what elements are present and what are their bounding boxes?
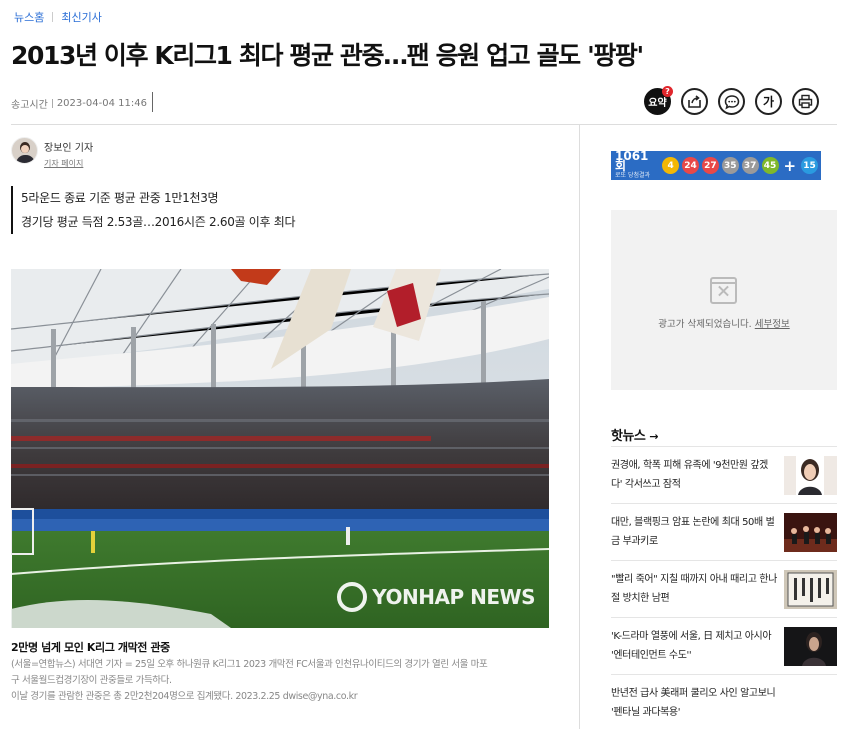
ad-removed-text: 광고가 삭제되었습니다. [658, 319, 752, 330]
lotto-ball: 37 [741, 157, 759, 174]
yonhap-watermark: YONHAP NEWS [337, 582, 535, 612]
photo-caption-title: 2만명 넘게 모인 K리그 개막전 관중 [11, 641, 170, 654]
published-label: 송고시간 [11, 100, 48, 111]
published-datetime: 2023-04-04 11:46 [56, 98, 147, 109]
comment-button[interactable] [718, 88, 745, 115]
article-toolbar: 요약 ? 가 [644, 86, 829, 115]
photo-caption: (서울=연합뉴스) 서대연 기자 = 25일 오후 하나원큐 K리그1 2023… [11, 657, 556, 705]
stadium-photo-image [11, 269, 549, 628]
lotto-ball: 35 [721, 157, 739, 174]
subheadline: 5라운드 종료 기준 평균 관중 1만1천3명 [21, 191, 219, 205]
lotto-round-sub: 로또 당첨결과 [615, 171, 651, 179]
breadcrumb: 뉴스홈 최신기사 [14, 9, 102, 25]
hot-news-item[interactable]: 'K-드라마 열풍에 서울, 日 제치고 아시아 '엔터테인먼트 수도'' [611, 617, 837, 674]
plus-icon: + [783, 156, 797, 175]
subheadline: 경기당 평균 득점 2.53골…2016시즌 2.60골 이후 최다 [21, 215, 296, 229]
comment-icon [724, 94, 739, 110]
header-divider [11, 124, 837, 125]
ad-details-link[interactable]: 세부정보 [755, 319, 790, 330]
lotto-ball: 24 [682, 157, 699, 174]
breadcrumb-section[interactable]: 최신기사 [61, 9, 101, 25]
print-button[interactable] [792, 88, 819, 115]
hot-news-item[interactable]: 권경애, 학폭 피해 유족에 '9천만원 갚겠다' 각서쓰고 잠적 [611, 446, 837, 503]
caption-line: (서울=연합뉴스) 서대연 기자 = 25일 오후 하나원큐 K리그1 2023… [11, 659, 488, 670]
reporter-byline: 장보인 기자 기자 페이지 [11, 137, 93, 169]
breadcrumb-home[interactable]: 뉴스홈 [14, 9, 44, 25]
yonhap-logo-icon [337, 582, 368, 612]
hot-news-headline[interactable]: 대만, 블랙핑크 암표 논란에 최대 50배 벌금 부과키로 [611, 513, 779, 551]
lotto-ball: 4 [662, 157, 680, 174]
print-icon [798, 94, 813, 109]
meta-divider [152, 92, 153, 112]
hot-news-thumbnail[interactable] [784, 455, 837, 495]
removed-ad-icon [710, 277, 737, 304]
hot-news-headline[interactable]: 'K-드라마 열풍에 서울, 日 제치고 아시아 '엔터테인먼트 수도'' [611, 627, 779, 665]
hot-news-headline[interactable]: 권경애, 학폭 피해 유족에 '9천만원 갚겠다' 각서쓰고 잠적 [611, 456, 779, 494]
hot-news-headline[interactable]: "빨리 죽어" 지칠 때까지 아내 때리고 한나절 방치한 남편 [611, 570, 779, 608]
lotto-round-number: 1061회 [615, 148, 649, 173]
hot-news-thumbnail[interactable] [784, 569, 837, 609]
arrow-right-icon: → [649, 430, 659, 443]
ad-message: 광고가 삭제되었습니다. 세부정보 [611, 316, 837, 330]
watermark-text: YONHAP NEWS [372, 585, 535, 609]
lotto-bonus-ball: 15 [801, 157, 818, 174]
hot-news-thumbnail[interactable] [784, 626, 837, 666]
reporter-avatar[interactable] [11, 137, 38, 164]
hot-news-heading[interactable]: 핫뉴스 → [611, 425, 659, 444]
share-button[interactable] [681, 88, 708, 115]
hot-news-title: 핫뉴스 [611, 429, 646, 444]
meta-separator [51, 99, 53, 108]
hot-news-headline[interactable]: 반년전 급사 美래퍼 쿨리오 사인 알고보니 '펜타닐 과다복용' [611, 684, 779, 722]
article-subheadlines: 5라운드 종료 기준 평균 관중 1만1천3명 경기당 평균 득점 2.53골…… [11, 186, 296, 234]
lotto-ball: 27 [701, 157, 719, 174]
summary-help-badge: ? [662, 86, 673, 97]
font-size-button[interactable]: 가 [755, 88, 782, 115]
column-divider [579, 124, 580, 729]
article-photo[interactable]: YONHAP NEWS [11, 269, 549, 628]
lotto-round: 1061회 로또 당첨결과 [615, 148, 659, 181]
caption-line: 구 서울월드컵경기장이 관중들로 가득하다. [11, 675, 172, 686]
caption-line: 이날 경기를 관람한 관중은 총 2만2천204명으로 집계됐다. 2023.2… [11, 691, 358, 702]
reporter-page-link[interactable]: 기자 페이지 [44, 158, 93, 169]
reporter-name[interactable]: 장보인 기자 [44, 139, 93, 154]
share-icon [688, 95, 701, 108]
lotto-results-banner[interactable]: 1061회 로또 당첨결과 4 24 27 35 37 45 + 15 [611, 148, 821, 181]
hot-news-item[interactable]: "빨리 죽어" 지칠 때까지 아내 때리고 한나절 방치한 남편 [611, 560, 837, 617]
hot-news-thumbnail[interactable] [784, 512, 837, 552]
lotto-ball: 45 [761, 157, 779, 174]
hot-news-item[interactable]: 반년전 급사 美래퍼 쿨리오 사인 알고보니 '펜타닐 과다복용' [611, 674, 837, 729]
hot-news-list: 권경애, 학폭 피해 유족에 '9천만원 갚겠다' 각서쓰고 잠적 대만, 블랙… [611, 446, 837, 729]
article-meta: 송고시간 2023-04-04 11:46 [11, 92, 153, 112]
hot-news-item[interactable]: 대만, 블랙핑크 암표 논란에 최대 50배 벌금 부과키로 [611, 503, 837, 560]
article-headline: 2013년 이후 K리그1 최다 평균 관중…팬 응원 업고 골도 '팡팡' [11, 41, 644, 70]
font-size-label: 가 [762, 95, 775, 109]
breadcrumb-separator [52, 12, 54, 22]
summary-button[interactable]: 요약 ? [644, 86, 673, 115]
ad-placeholder: 광고가 삭제되었습니다. 세부정보 [611, 210, 837, 390]
